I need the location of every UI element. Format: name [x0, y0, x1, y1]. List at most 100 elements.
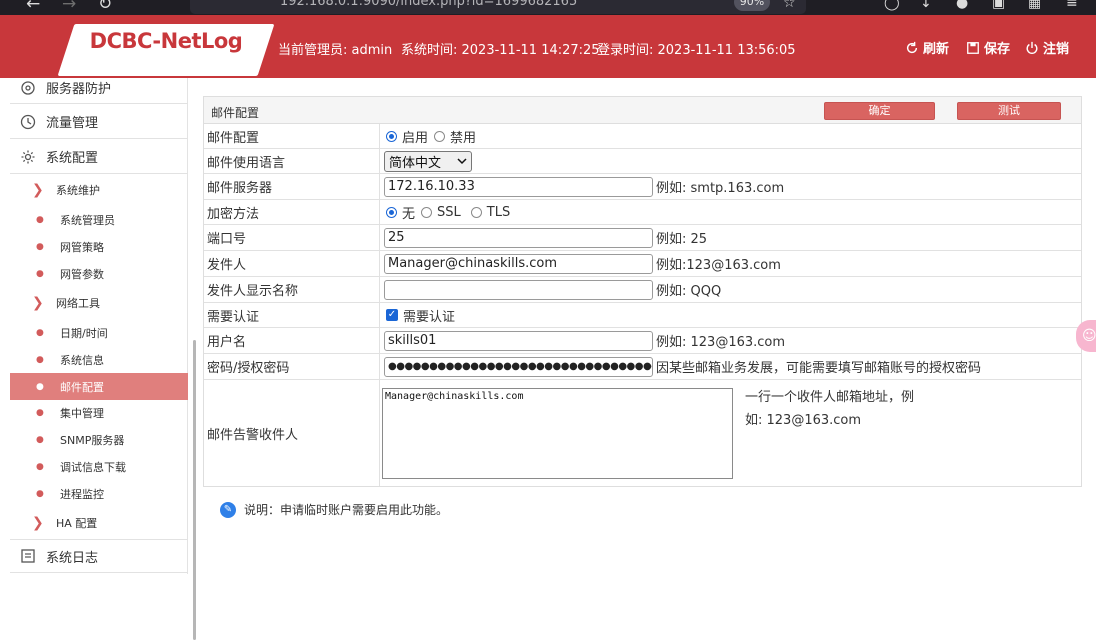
radio-ssl-label: SSL — [437, 204, 461, 220]
info-note: ✎ 说明：申请临时账户需要启用此功能。 — [220, 501, 448, 518]
language-value: 简体中文 — [389, 155, 442, 171]
sidebar-subitem-sysinfo[interactable]: ● 系统信息 — [10, 346, 188, 373]
sidebar-subitem-maintenance[interactable]: ❯ 系统维护 — [10, 176, 188, 203]
sidebar-subitem-central[interactable]: ● 集中管理 — [10, 399, 188, 426]
bullet-icon: ● — [36, 268, 44, 279]
row-mail-config: 邮件配置 启用 禁用 — [204, 124, 1081, 149]
username-hint: 例如: 123@163.com — [656, 335, 786, 350]
sidebar-subitem-admin[interactable]: ● 系统管理员 — [10, 206, 188, 233]
zoom-level[interactable]: 90% — [734, 0, 770, 11]
log-icon — [21, 549, 35, 563]
test-button[interactable]: 测试 — [957, 102, 1061, 120]
field-label: 需要认证 — [204, 303, 380, 327]
subitem-label: 网管策略 — [60, 240, 104, 254]
port-hint: 例如: 25 — [656, 232, 708, 247]
extensions-icon[interactable]: ▣ — [992, 0, 1005, 11]
sidebar-subitem-mail-config[interactable]: ● 邮件配置 — [10, 373, 188, 400]
sidebar-subitem-process[interactable]: ● 进程监控 — [10, 480, 188, 507]
recipients-textarea[interactable]: Manager@chinaskills.com — [382, 388, 733, 479]
row-mail-server: 邮件服务器 例如: smtp.163.com — [204, 174, 1081, 200]
password-input[interactable]: ●●●●●●●●●●●●●●●●●●●●●●●●●●●●●●●●● — [384, 356, 653, 377]
server-protect-icon — [21, 80, 35, 95]
radio-enable-label: 启用 — [402, 130, 429, 146]
row-username: 用户名 例如: 123@163.com — [204, 328, 1081, 354]
bullet-icon: ● — [36, 327, 44, 338]
sidebar-subitem-net-tools[interactable]: ❯ 网络工具 — [10, 289, 188, 316]
logout-button[interactable]: 注销 — [1025, 38, 1069, 57]
radio-encrypt-tls[interactable] — [470, 206, 482, 218]
refresh-label: 刷新 — [923, 42, 950, 57]
back-icon[interactable]: ← — [26, 0, 40, 14]
sidebar-item-system-config[interactable]: 系统配置 — [10, 140, 188, 174]
subitem-label: 日期/时间 — [60, 326, 108, 340]
sidebar-item-label: 服务器防护 — [46, 82, 112, 97]
subitem-label: 集中管理 — [60, 406, 104, 420]
encryption-options: 无 SSL TLS — [384, 200, 510, 224]
radio-encrypt-none[interactable] — [386, 206, 397, 218]
subitem-label: 进程监控 — [60, 487, 104, 501]
field-label: 邮件告警收件人 — [204, 380, 380, 486]
sidebar-subitem-datetime[interactable]: ● 日期/时间 — [10, 319, 188, 346]
mail-config-options: 启用 禁用 — [384, 124, 476, 148]
sidebar-item-traffic[interactable]: 流量管理 — [10, 105, 188, 139]
row-password: 密码/授权密码 ●●●●●●●●●●●●●●●●●●●●●●●●●●●●●●●●… — [204, 354, 1081, 380]
browser-toolbar: ← → ↻ 192.168.0.1:9090/index.php?id=1699… — [0, 0, 1096, 15]
radio-tls-label: TLS — [486, 204, 511, 220]
radio-encrypt-ssl[interactable] — [421, 206, 433, 218]
row-sender: 发件人 例如:123@163.com — [204, 251, 1081, 277]
mail-config-panel: 邮件配置 确定 测试 邮件配置 启用 禁用 邮件使用语言 简体中文 邮件服务器 … — [203, 96, 1082, 487]
panel-header: 邮件配置 确定 测试 — [204, 97, 1081, 124]
bullet-icon: ● — [36, 354, 44, 365]
radio-disable-label: 禁用 — [450, 130, 477, 146]
download-icon[interactable]: ↧ — [920, 0, 932, 11]
language-select[interactable]: 简体中文 — [384, 150, 473, 172]
sidebar-subitem-policy[interactable]: ● 网管策略 — [10, 233, 188, 260]
subitem-label: 邮件配置 — [60, 380, 104, 394]
gear-icon — [21, 150, 35, 163]
account-icon[interactable]: ● — [956, 0, 968, 11]
sidebar-subitem-snmp[interactable]: ● SNMP服务器 — [10, 426, 188, 453]
sidebar-subitem-ha[interactable]: ❯ HA 配置 — [10, 509, 188, 536]
subitem-label: 网管参数 — [60, 267, 104, 281]
forward-icon[interactable]: → — [62, 0, 76, 14]
clock-icon — [20, 114, 36, 129]
auth-checkbox[interactable]: ✓ — [386, 309, 398, 321]
address-text[interactable]: 192.168.0.1:9090/index.php?id=1699682165 — [280, 0, 577, 9]
menu-icon[interactable]: ≡ — [1066, 0, 1078, 11]
mail-server-input[interactable] — [384, 176, 653, 197]
sender-name-input[interactable] — [384, 279, 653, 300]
radio-disable[interactable] — [434, 130, 446, 142]
sidebar-item-syslog[interactable]: 系统日志 — [10, 539, 188, 573]
container-icon[interactable]: ▦ — [1028, 0, 1041, 11]
recipients-hint-line1: 一行一个收件人邮箱地址，例 — [745, 390, 915, 405]
auth-checkbox-label: 需要认证 — [403, 309, 456, 325]
subitem-label: SNMP服务器 — [60, 433, 125, 447]
confirm-button[interactable]: 确定 — [824, 102, 935, 120]
sidebar-scrollbar[interactable] — [193, 340, 196, 640]
reload-icon[interactable]: ↻ — [98, 0, 112, 14]
field-label: 用户名 — [204, 328, 380, 353]
sidebar-subitem-params[interactable]: ● 网管参数 — [10, 260, 188, 287]
app-header: DCBC-NetLog 当前管理员: admin 系统时间: 2023-11-1… — [0, 15, 1096, 78]
field-label: 邮件配置 — [204, 124, 380, 148]
bookmark-star-icon[interactable]: ☆ — [783, 0, 796, 11]
subitem-label: 系统信息 — [60, 353, 104, 367]
row-port: 端口号 例如: 25 — [204, 225, 1081, 251]
chevron-right-icon: ❯ — [32, 294, 44, 311]
shield-icon[interactable]: ◯ — [884, 0, 900, 11]
radio-enable[interactable] — [386, 130, 397, 142]
sidebar: 服务器防护 流量管理 系统配置 ❯ 系统维护 ● 系统管理员 ● 网管策略 ● 网管参数… — [10, 78, 196, 640]
row-auth: 需要认证 ✓ 需要认证 — [204, 303, 1081, 328]
subitem-label: 系统管理员 — [60, 213, 115, 227]
row-encryption: 加密方法 无 SSL TLS — [204, 200, 1081, 225]
floating-assistant-icon[interactable]: ☺ — [1076, 320, 1096, 352]
username-input[interactable] — [384, 330, 653, 351]
port-input[interactable] — [384, 227, 653, 248]
refresh-button[interactable]: 刷新 — [905, 38, 949, 57]
subitem-label: HA 配置 — [56, 516, 98, 530]
save-button[interactable]: 保存 — [966, 38, 1010, 57]
sidebar-item-server-protection[interactable]: 服务器防护 — [10, 72, 188, 104]
bullet-icon: ● — [36, 241, 44, 252]
sender-input[interactable] — [384, 253, 653, 274]
sidebar-subitem-debug[interactable]: ● 调试信息下载 — [10, 453, 188, 480]
